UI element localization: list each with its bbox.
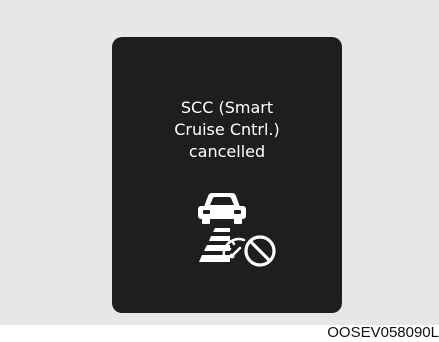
warning-message: SCC (Smart Cruise Cntrl.) cancelled xyxy=(112,97,342,163)
scc-cancelled-icon xyxy=(198,193,276,267)
message-line-1: SCC (Smart xyxy=(180,98,274,117)
illustration-frame: SCC (Smart Cruise Cntrl.) cancelled xyxy=(0,0,439,325)
message-line-3: cancelled xyxy=(188,142,266,161)
figure-code: OOSEV058090L xyxy=(327,324,439,341)
message-line-2: Cruise Cntrl.) xyxy=(174,120,280,139)
cancel-icon xyxy=(244,235,276,267)
cluster-display: SCC (Smart Cruise Cntrl.) cancelled xyxy=(112,37,342,313)
